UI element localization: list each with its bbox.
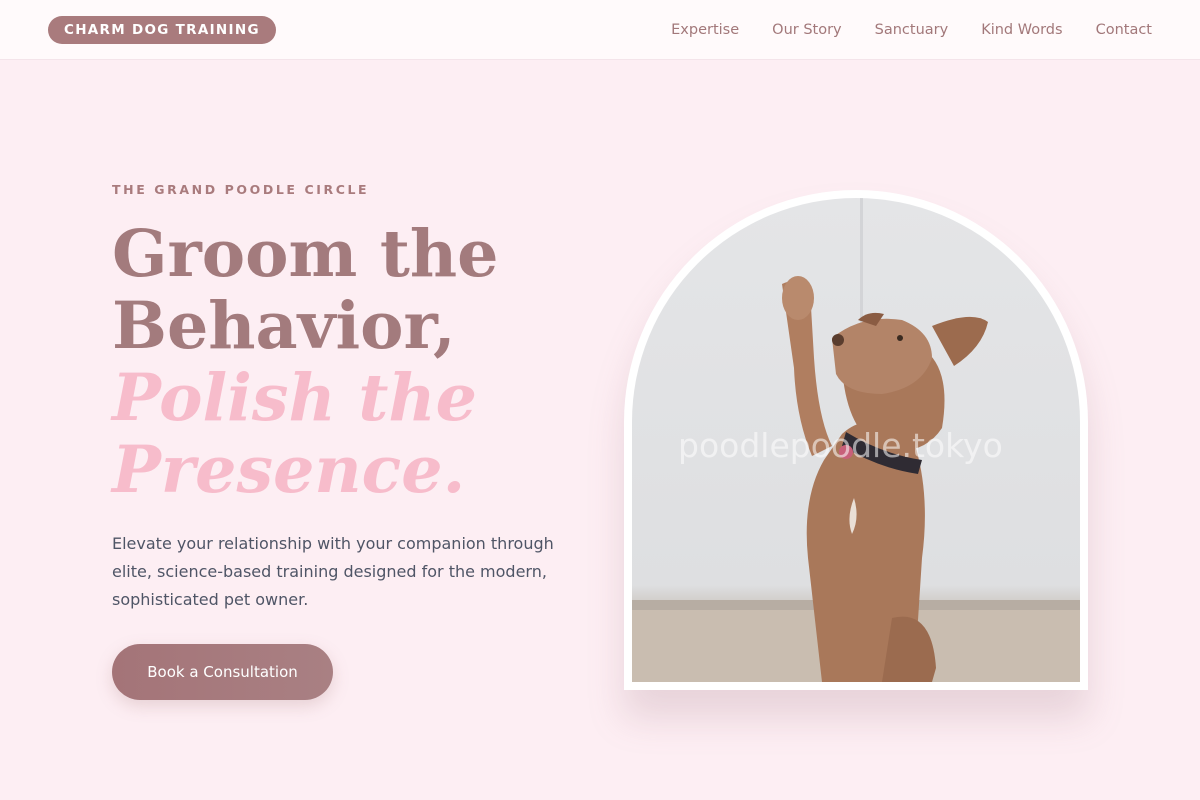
nav-item-our-story[interactable]: Our Story	[772, 22, 841, 38]
hero-image-frame: poodlepoodle.tokyo	[624, 190, 1088, 690]
dog-photo: poodlepoodle.tokyo	[632, 198, 1080, 682]
nav-item-kind-words[interactable]: Kind Words	[981, 22, 1062, 38]
hero-lead: Elevate your relationship with your comp…	[112, 534, 554, 609]
headline-line-4: Presence.	[112, 432, 466, 508]
nav-item-expertise[interactable]: Expertise	[671, 22, 739, 38]
headline-line-3: Polish the	[112, 360, 477, 436]
brand-logo[interactable]: CHARM DOG TRAINING	[48, 16, 276, 44]
hero-eyebrow: THE GRAND POODLE CIRCLE	[112, 182, 370, 197]
hero-headline: Groom the Behavior, Polish the Presence.	[112, 218, 592, 506]
headline-line-1: Groom the	[112, 216, 499, 292]
nav-item-sanctuary[interactable]: Sanctuary	[875, 22, 949, 38]
headline-line-2: Behavior,	[112, 288, 456, 364]
book-consultation-button[interactable]: Book a Consultation	[112, 644, 333, 700]
image-watermark: poodlepoodle.tokyo	[678, 426, 1003, 465]
site-header: CHARM DOG TRAINING Expertise Our Story S…	[0, 0, 1200, 60]
main-nav: Expertise Our Story Sanctuary Kind Words…	[671, 0, 1152, 60]
nav-item-contact[interactable]: Contact	[1096, 22, 1152, 38]
